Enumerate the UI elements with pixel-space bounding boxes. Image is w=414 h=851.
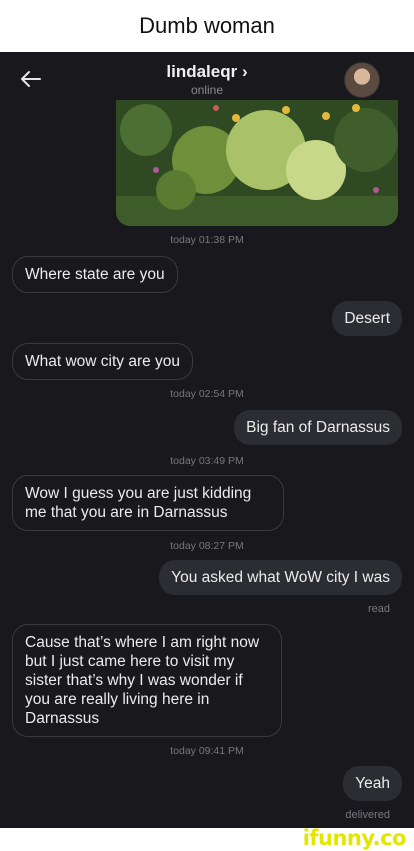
shared-photo[interactable]: [116, 100, 398, 226]
timestamp: today 01:38 PM: [170, 234, 244, 246]
outgoing-message[interactable]: Big fan of Darnassus: [234, 410, 402, 445]
watermark: ifunny.co: [302, 826, 407, 850]
chat-screen: lindaleqr › online today 01:38 PM Where …: [0, 52, 414, 828]
timestamp: today 08:27 PM: [170, 540, 244, 552]
outgoing-message[interactable]: Yeah: [343, 766, 402, 801]
timestamp: today 03:49 PM: [170, 455, 244, 467]
timestamp: today 02:54 PM: [170, 388, 244, 400]
incoming-message[interactable]: Where state are you: [12, 256, 178, 293]
outgoing-message[interactable]: Desert: [332, 301, 402, 336]
meme-caption: Dumb woman: [0, 0, 414, 52]
incoming-message[interactable]: Cause that’s where I am right now but I …: [12, 624, 282, 737]
incoming-message[interactable]: Wow I guess you are just kidding me that…: [12, 475, 284, 531]
delivered-receipt: delivered: [345, 809, 390, 821]
incoming-message[interactable]: What wow city are you: [12, 343, 194, 380]
outgoing-message[interactable]: You asked what WoW city I was: [159, 560, 402, 595]
avatar[interactable]: [344, 62, 380, 98]
timestamp: today 09:41 PM: [170, 745, 244, 757]
read-receipt: read: [367, 603, 390, 615]
